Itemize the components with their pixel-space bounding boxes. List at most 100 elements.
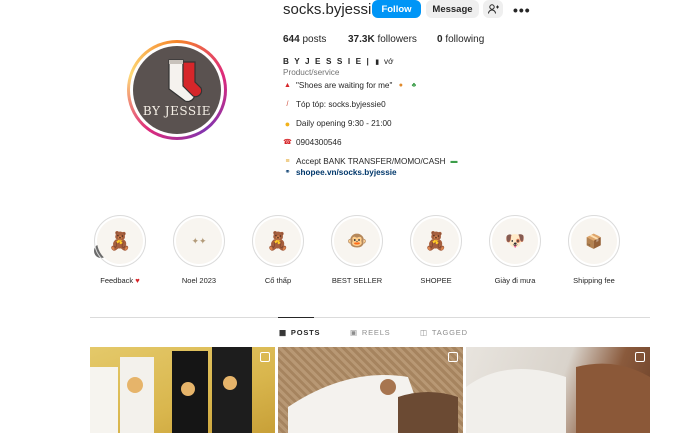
active-tab-indicator xyxy=(278,317,314,318)
more-options-icon[interactable]: ••• xyxy=(513,2,531,18)
sock-emoji-icon: ▮ xyxy=(375,59,380,66)
avatar-brand-text: BY JESSIE xyxy=(142,104,212,118)
grid-icon: ▦ xyxy=(279,328,287,337)
bio-line-tiktok: / Tóp tóp: socks.byjessie0 xyxy=(283,100,533,110)
highlight-item[interactable]: 📦 Shipping fee xyxy=(566,215,622,285)
message-button[interactable]: Message xyxy=(426,0,479,18)
highlight-label: Feedback ♥ xyxy=(100,276,140,285)
tab-reels-label: REELS xyxy=(361,328,391,337)
bear-icon: 🧸 xyxy=(413,218,459,264)
highlight-cover: 🐶 xyxy=(489,215,541,267)
bio-spacer xyxy=(283,129,533,135)
pin-icon: ▲ xyxy=(284,82,291,89)
socks-logo-icon xyxy=(168,59,203,103)
highlight-item[interactable]: 🐵 BEST SELLER xyxy=(329,215,385,285)
bio-line-quote: ▲ "Shoes are waiting for me" ● ♣ xyxy=(283,81,533,91)
highlight-item[interactable]: ✦✦ Noel 2023 xyxy=(171,215,227,285)
profile-avatar[interactable]: BY JESSIE xyxy=(127,40,227,140)
bio-name-line: B Y J E S S I E | ▮ vớ xyxy=(283,57,533,68)
posts-count: 644 xyxy=(283,34,300,45)
highlight-cover: ✦✦ xyxy=(173,215,225,267)
tabs-divider xyxy=(90,317,650,318)
link-icon: ⚭ xyxy=(284,169,291,176)
highlight-label: Shipping fee xyxy=(573,276,615,285)
phone-icon: ☎ xyxy=(283,139,292,146)
bio-line-phone: ☎ 0904300546 xyxy=(283,138,533,148)
highlight-cover: 📦 xyxy=(568,215,620,267)
followers-label: followers xyxy=(377,34,417,45)
reel-icon xyxy=(635,352,645,362)
bio-line-payment: ≡ Accept BANK TRANSFER/MOMO/CASH ▬ xyxy=(283,157,533,167)
multiple-photos-icon xyxy=(260,352,270,362)
highlight-cover: 🐵 xyxy=(331,215,383,267)
suggest-user-button[interactable] xyxy=(483,0,503,18)
highlight-cover: 🧸 xyxy=(410,215,462,267)
socks-photo xyxy=(288,375,458,433)
socks-photo xyxy=(466,363,650,433)
avatar-image: BY JESSIE xyxy=(133,46,221,134)
post-thumbnail[interactable] xyxy=(278,347,463,433)
bio-tiktok-text: Tóp tóp: socks.byjessie0 xyxy=(296,100,386,109)
post-thumbnail[interactable] xyxy=(466,347,650,433)
tab-tagged-label: TAGGED xyxy=(431,328,468,337)
bio-hours-text: Daily opening 9:30 - 21:00 xyxy=(296,119,392,128)
tagged-icon: ◫ xyxy=(420,328,428,337)
tab-reels[interactable]: ▣ REELS xyxy=(350,328,391,337)
bio-spacer xyxy=(283,148,533,154)
avatar-border: BY JESSIE xyxy=(130,43,224,137)
tab-tagged[interactable]: ◫ TAGGED xyxy=(420,328,468,337)
followers-count: 37.3K xyxy=(348,34,375,45)
monkey-icon: 🐵 xyxy=(334,218,380,264)
highlight-label: Giày đi mưa xyxy=(494,276,536,285)
profile-website-link[interactable]: shopee.vn/socks.byjessie xyxy=(296,168,397,178)
highlight-label: SHOPEE xyxy=(420,276,452,285)
highlight-cover: 🧸 xyxy=(252,215,304,267)
money-icon: ▬ xyxy=(450,158,458,165)
dog-icon: 🐶 xyxy=(492,218,538,264)
highlight-item[interactable]: 🐶 Giày đi mưa xyxy=(487,215,543,285)
post-thumbnail[interactable] xyxy=(90,347,275,433)
tab-posts[interactable]: ▦ POSTS xyxy=(279,328,320,337)
highlight-item[interactable]: 🧸 Feedback ♥ xyxy=(92,215,148,285)
christmas-icon: ✦✦ xyxy=(176,218,222,264)
bio-quote-text: "Shoes are waiting for me" xyxy=(296,81,393,90)
highlight-label: Noel 2023 xyxy=(181,276,217,285)
posts-label: posts xyxy=(302,34,327,45)
bank-icon: ≡ xyxy=(285,158,290,165)
add-user-icon xyxy=(487,4,499,14)
bio-spacer xyxy=(283,110,533,116)
tab-posts-label: POSTS xyxy=(290,328,321,337)
needle-icon: / xyxy=(286,101,289,108)
profile-display-name: B Y J E S S I E | xyxy=(283,57,371,66)
heart-icon: ♥ xyxy=(135,276,140,285)
pumpkin-icon: ● xyxy=(398,82,403,89)
profile-bio: B Y J E S S I E | ▮ vớ Product/service ▲… xyxy=(283,57,533,178)
profile-display-name-suffix: vớ xyxy=(384,57,394,66)
bio-line-hours: ● Daily opening 9:30 - 21:00 xyxy=(283,119,533,129)
profile-category: Product/service xyxy=(283,68,340,77)
posts-stat: 644 posts xyxy=(283,34,326,45)
highlight-item[interactable]: 🧸 SHOPEE xyxy=(408,215,464,285)
highlight-item[interactable]: 🧸 Cổ thấp xyxy=(250,215,306,285)
shipping-icon: 📦 xyxy=(571,218,617,264)
bio-spacer xyxy=(283,91,533,97)
followers-stat[interactable]: 37.3K followers xyxy=(348,34,417,45)
bear-icon: 🧸 xyxy=(255,218,301,264)
highlight-label: BEST SELLER xyxy=(331,276,383,285)
reel-icon xyxy=(448,352,458,362)
bio-payment-text: Accept BANK TRANSFER/MOMO/CASH xyxy=(296,157,446,166)
clock-icon: ● xyxy=(284,119,291,129)
follow-button[interactable]: Follow xyxy=(372,0,421,18)
following-label: following xyxy=(445,34,485,45)
bio-phone-text: 0904300546 xyxy=(296,138,342,147)
highlight-label: Cổ thấp xyxy=(264,276,292,285)
profile-username: socks.byjessie xyxy=(283,1,380,18)
leaf-icon: ♣ xyxy=(411,82,417,89)
highlight-cover: 🧸 xyxy=(94,215,146,267)
socks-photo xyxy=(90,347,252,433)
bear-icon: 🧸 xyxy=(97,218,143,264)
following-count: 0 xyxy=(437,34,443,45)
reels-icon: ▣ xyxy=(350,328,358,337)
following-stat[interactable]: 0 following xyxy=(437,34,484,45)
bio-link-line[interactable]: ⚭ shopee.vn/socks.byjessie xyxy=(283,168,533,178)
